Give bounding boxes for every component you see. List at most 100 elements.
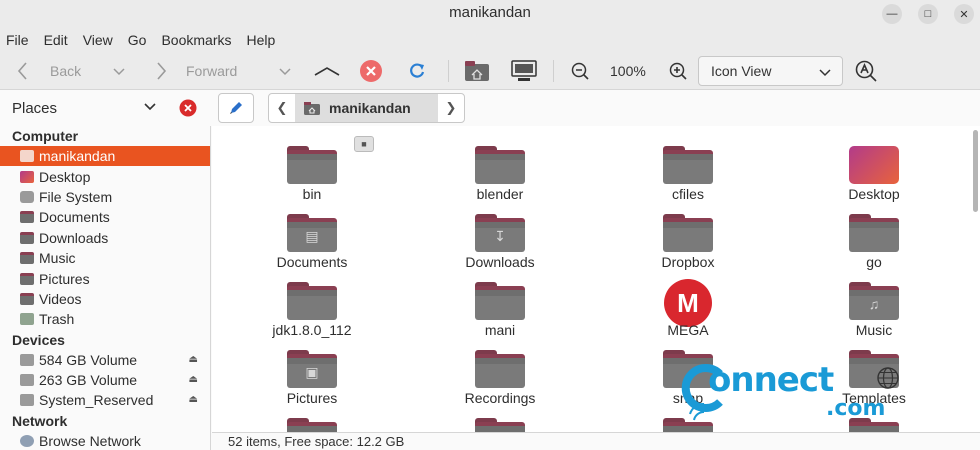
lock-icon: ■ [354,136,374,152]
menu-edit[interactable]: Edit [44,32,68,48]
sidebar-item-manikandan[interactable]: manikandan [0,146,210,167]
file-item-recordings[interactable]: Recordings [430,330,570,406]
watermark-sub: .com [826,396,886,421]
minimize-button[interactable]: — [882,4,902,24]
file-item-downloads[interactable]: ↧ Downloads [430,194,570,270]
sidebar-item-label: manikandan [39,148,116,165]
sidebar-item-desktop[interactable]: Desktop [0,166,210,186]
file-item-documents[interactable]: ▤ Documents [242,194,382,270]
music-folder-icon: ♫ [849,282,899,320]
chevron-right-icon [157,62,167,80]
zoom-out-button[interactable] [570,52,590,90]
sidebar-item-label: File System [39,188,113,205]
downloads-folder-icon [20,231,34,244]
chevron-down-icon [819,69,831,77]
sidebar-item-584gb-volume[interactable]: 584 GB Volume ⏏ [0,350,210,370]
stop-button[interactable] [359,52,383,90]
eject-icon[interactable]: ⏏ [189,394,198,405]
sidebar-item-videos[interactable]: Videos [0,289,210,309]
desktop-icon [20,170,34,183]
title-bar: manikandan — □ ✕ [0,0,980,28]
close-window-button[interactable]: ✕ [954,4,974,24]
sidebar-item-music[interactable]: Music [0,248,210,268]
sidebar-item-browse-network[interactable]: Browse Network [0,431,210,450]
computer-icon [511,60,537,81]
file-item-music[interactable]: ♫ Music [804,262,944,338]
file-item-pictures[interactable]: ▣ Pictures [242,330,382,406]
menu-view[interactable]: View [83,32,113,48]
status-text: 52 items, Free space: 12.2 GB [228,434,405,449]
back-label: Back [50,63,82,79]
file-item-blender[interactable]: blender [430,126,570,202]
file-item-go[interactable]: go [804,194,944,270]
file-item-mega[interactable]: M MEGA [618,262,758,338]
edit-location-button[interactable] [218,93,254,123]
watermark-logo: onnect .com [680,352,910,430]
file-item-jdk[interactable]: jdk1.8.0_112 [242,262,382,338]
view-mode-select[interactable]: Icon View [698,56,843,86]
reload-button[interactable] [407,52,427,90]
chevron-down-icon[interactable] [143,102,157,112]
menu-bar: File Edit View Go Bookmarks Help [0,28,980,52]
computer-button[interactable] [510,52,538,90]
file-item-cfiles[interactable]: cfiles [618,126,758,202]
eject-icon[interactable]: ⏏ [189,374,198,385]
menu-bookmarks[interactable]: Bookmarks [161,32,231,48]
desktop-icon [849,146,899,184]
menu-help[interactable]: Help [247,32,276,48]
home-folder-icon [304,101,320,115]
breadcrumb-label: manikandan [329,100,411,116]
sidebar-item-label: Documents [39,209,110,226]
sidebar-item-label: Browse Network [39,432,141,449]
sidebar-item-263gb-volume[interactable]: 263 GB Volume ⏏ [0,370,210,390]
breadcrumb-forward-arrow[interactable]: ❯ [438,94,464,122]
file-item-partial[interactable] [430,398,570,432]
sidebar-item-system-reserved[interactable]: System_Reserved ⏏ [0,390,210,410]
folder-icon [287,282,337,320]
file-item-partial[interactable] [242,398,382,432]
menu-go[interactable]: Go [128,32,147,48]
breadcrumb-current[interactable]: manikandan [295,94,438,122]
sidebar-item-documents[interactable]: Documents [0,207,210,227]
breadcrumb: ❮ manikandan ❯ [268,93,465,123]
forward-label: Forward [186,63,238,79]
eject-icon[interactable]: ⏏ [189,354,198,365]
sidebar-item-label: Trash [39,311,75,328]
scrollbar[interactable] [973,130,978,212]
sidebar-item-pictures[interactable]: Pictures [0,268,210,288]
menu-file[interactable]: File [6,32,29,48]
breadcrumb-back-arrow[interactable]: ❮ [269,94,295,122]
maximize-button[interactable]: □ [918,4,938,24]
mega-icon: M [664,279,712,327]
status-bar: 52 items, Free space: 12.2 GB [212,432,980,450]
folder-icon [475,146,525,184]
sidebar-section-network: Network [12,412,68,429]
back-button[interactable]: Back [16,52,81,90]
music-folder-icon [20,252,34,265]
maximize-icon: □ [924,8,932,20]
sidebar-item-downloads[interactable]: Downloads [0,228,210,248]
zoom-in-button[interactable] [668,52,688,90]
sidebar-item-trash[interactable]: Trash [0,309,210,329]
forward-button[interactable]: Forward [154,52,237,90]
forward-history-dropdown[interactable] [278,52,292,90]
close-sidebar-icon[interactable] [179,99,197,117]
zoom-in-icon [669,62,687,80]
file-item-mani[interactable]: mani [430,262,570,338]
file-item-desktop[interactable]: Desktop [804,126,944,202]
toolbar-separator [553,60,554,82]
sidebar-item-label: Desktop [39,168,91,185]
back-history-dropdown[interactable] [112,52,126,90]
folder-icon [287,418,337,432]
up-button[interactable] [313,52,341,90]
search-button[interactable] [854,52,878,90]
file-item-dropbox[interactable]: Dropbox [618,194,758,270]
folder-icon [849,214,899,252]
window-title: manikandan [449,4,531,21]
sidebar-item-file-system[interactable]: File System [0,187,210,207]
pictures-folder-icon [20,272,34,285]
minimize-icon: — [886,8,898,20]
file-item-bin[interactable]: ■ bin [242,126,382,202]
home-button[interactable] [464,52,490,90]
sidebar-item-label: 263 GB Volume [39,372,138,389]
